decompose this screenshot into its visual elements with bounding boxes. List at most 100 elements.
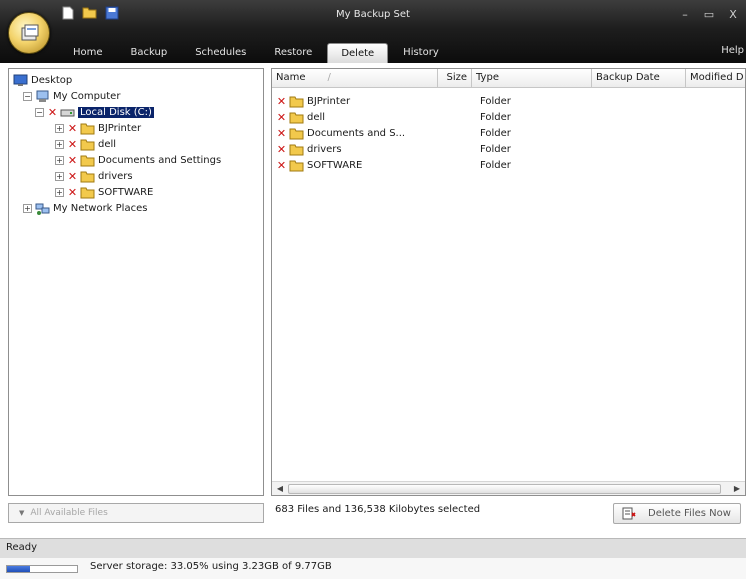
delete-mark-icon[interactable]: ✕ xyxy=(67,170,78,183)
tree-node-local-disk[interactable]: − ✕ Local Disk (C:) xyxy=(35,104,154,120)
delete-mark-icon[interactable]: ✕ xyxy=(67,154,78,167)
item-type: Folder xyxy=(480,143,511,155)
column-name-label: Name xyxy=(276,72,306,83)
delete-mark-icon[interactable]: ✕ xyxy=(276,111,287,124)
folder-icon xyxy=(289,96,304,107)
delete-mark-icon[interactable]: ✕ xyxy=(67,122,78,135)
storage-meter xyxy=(6,565,78,573)
storage-text: Server storage: 33.05% using 3.23GB of 9… xyxy=(90,561,332,572)
expand-toggle[interactable]: + xyxy=(55,139,64,149)
folder-icon xyxy=(80,187,95,198)
expand-toggle[interactable]: + xyxy=(55,187,64,197)
tree-label-local-disk: Local Disk (C:) xyxy=(78,106,154,118)
item-type: Folder xyxy=(480,95,511,107)
scroll-left-icon[interactable]: ◀ xyxy=(274,483,286,495)
delete-mark-icon[interactable]: ✕ xyxy=(276,95,287,108)
status-text: Ready xyxy=(6,542,38,553)
delete-files-icon xyxy=(622,507,636,520)
folder-icon xyxy=(80,139,95,150)
list-item[interactable]: ✕ dell Folder xyxy=(272,109,745,125)
ribbon-tabs: Home Backup Schedules Restore Delete His… xyxy=(60,40,454,63)
tree-label-folder: SOFTWARE xyxy=(98,186,154,198)
column-name[interactable]: Name / xyxy=(272,69,438,88)
tree-label-folder: drivers xyxy=(98,170,133,182)
tree-node-folder[interactable]: + ✕ BJPrinter xyxy=(55,120,141,136)
item-name: SOFTWARE xyxy=(307,159,363,171)
delete-mark-icon[interactable]: ✕ xyxy=(47,106,58,119)
chevron-down-icon: ▼ xyxy=(19,509,25,517)
tree-label-desktop: Desktop xyxy=(31,74,73,86)
backup-app-icon xyxy=(21,24,39,41)
column-size[interactable]: Size xyxy=(438,69,472,88)
delete-mark-icon[interactable]: ✕ xyxy=(276,127,287,140)
file-filter-dropdown[interactable]: ▼ All Available Files xyxy=(8,503,264,523)
delete-files-now-label: Delete Files Now xyxy=(648,508,731,519)
column-modified-date[interactable]: Modified D xyxy=(686,69,745,88)
horizontal-scrollbar[interactable]: ◀ ▶ xyxy=(272,481,745,495)
tree-node-folder[interactable]: + ✕ Documents and Settings xyxy=(55,152,221,168)
folder-icon xyxy=(80,155,95,166)
column-backup-date[interactable]: Backup Date xyxy=(592,69,686,88)
expand-toggle[interactable]: + xyxy=(55,171,64,181)
tab-history[interactable]: History xyxy=(390,43,452,63)
tab-restore[interactable]: Restore xyxy=(261,43,325,63)
file-filter-value: All Available Files xyxy=(30,508,108,518)
file-list[interactable]: Name / Size Type Backup Date Modified D ✕… xyxy=(271,68,746,496)
expand-toggle[interactable]: + xyxy=(55,155,64,165)
tree-node-my-computer[interactable]: − My Computer xyxy=(23,88,120,104)
tree-label-folder: BJPrinter xyxy=(98,122,142,134)
tab-schedules[interactable]: Schedules xyxy=(182,43,259,63)
selection-summary: 683 Files and 136,538 Kilobytes selected xyxy=(275,504,481,515)
folder-icon xyxy=(80,171,95,182)
window-title: My Backup Set xyxy=(336,9,410,20)
list-item[interactable]: ✕ Documents and S... Folder xyxy=(272,125,745,141)
folder-icon xyxy=(289,160,304,171)
tree-node-folder[interactable]: + ✕ dell xyxy=(55,136,116,152)
minimize-button[interactable]: – xyxy=(678,8,692,21)
delete-mark-icon[interactable]: ✕ xyxy=(276,143,287,156)
item-type: Folder xyxy=(480,111,511,123)
help-link[interactable]: Help xyxy=(721,45,744,56)
tree-node-network[interactable]: + My Network Places xyxy=(23,200,147,216)
window-controls: – ▭ X xyxy=(678,8,740,21)
storage-bar: Server storage: 33.05% using 3.23GB of 9… xyxy=(0,558,746,579)
folder-icon xyxy=(289,144,304,155)
collapse-toggle[interactable]: − xyxy=(23,91,32,101)
folder-tree[interactable]: Desktop − My Computer − ✕ Local Disk (C:… xyxy=(8,68,264,496)
tree-node-desktop[interactable]: Desktop xyxy=(13,72,72,88)
folder-icon xyxy=(289,128,304,139)
column-type[interactable]: Type xyxy=(472,69,592,88)
item-name: Documents and S... xyxy=(307,127,406,139)
delete-mark-icon[interactable]: ✕ xyxy=(276,159,287,172)
list-item[interactable]: ✕ drivers Folder xyxy=(272,141,745,157)
expand-toggle[interactable]: + xyxy=(55,123,64,133)
delete-files-now-button[interactable]: Delete Files Now xyxy=(613,503,741,524)
tab-backup[interactable]: Backup xyxy=(118,43,181,63)
drive-icon xyxy=(60,109,75,116)
desktop-icon xyxy=(13,74,28,86)
tree-label-folder: Documents and Settings xyxy=(98,154,222,166)
delete-mark-icon[interactable]: ✕ xyxy=(67,138,78,151)
scroll-right-icon[interactable]: ▶ xyxy=(731,483,743,495)
list-item[interactable]: ✕ SOFTWARE Folder xyxy=(272,157,745,173)
collapse-toggle[interactable]: − xyxy=(35,107,44,117)
sort-indicator-icon: / xyxy=(327,72,331,83)
title-bar: My Backup Set – ▭ X Home Backup Schedule… xyxy=(0,0,746,63)
item-name: dell xyxy=(307,111,326,123)
close-button[interactable]: X xyxy=(726,8,740,21)
tab-delete[interactable]: Delete xyxy=(327,43,389,63)
folder-icon xyxy=(80,123,95,134)
tree-label-network: My Network Places xyxy=(53,202,148,214)
delete-mark-icon[interactable]: ✕ xyxy=(67,186,78,199)
item-name: BJPrinter xyxy=(307,95,351,107)
tree-node-folder[interactable]: + ✕ SOFTWARE xyxy=(55,184,153,200)
expand-toggle[interactable]: + xyxy=(23,203,32,213)
tab-home[interactable]: Home xyxy=(60,43,116,63)
item-type: Folder xyxy=(480,159,511,171)
tree-label-my-computer: My Computer xyxy=(53,90,121,102)
tree-node-folder[interactable]: + ✕ drivers xyxy=(55,168,133,184)
list-item[interactable]: ✕ BJPrinter Folder xyxy=(272,93,745,109)
scroll-thumb[interactable] xyxy=(288,484,721,494)
maximize-button[interactable]: ▭ xyxy=(702,8,716,21)
status-bar: Ready xyxy=(0,538,746,558)
